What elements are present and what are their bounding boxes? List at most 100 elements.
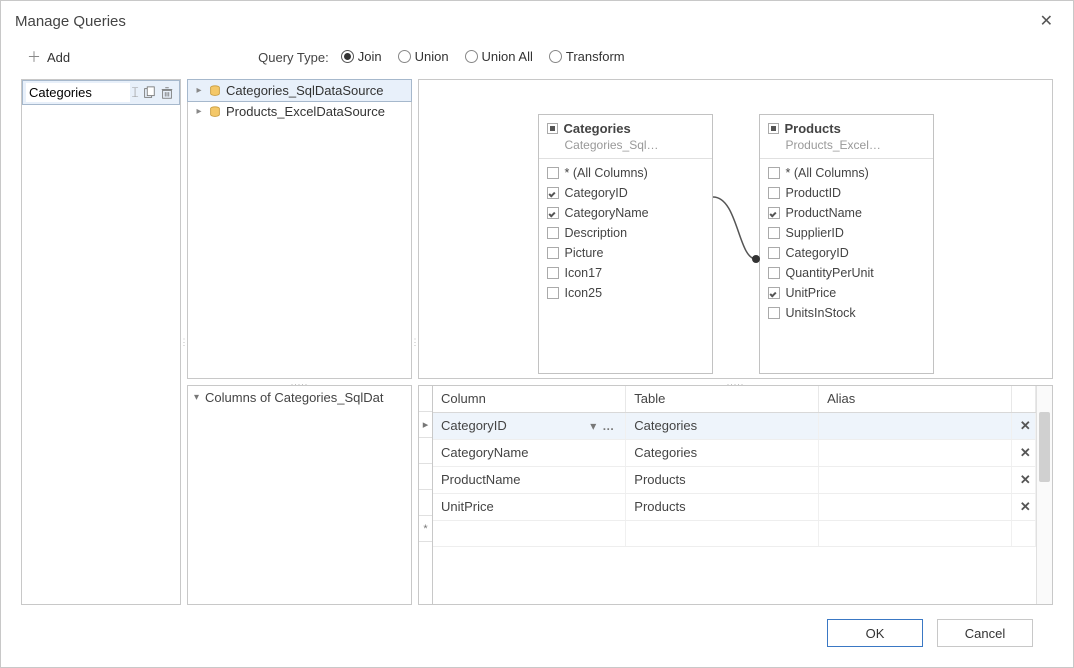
columns-of-header[interactable]: ▾ Columns of Categories_SqlDat (188, 386, 411, 409)
columns-grid-panel: ▸ * Column Table (418, 385, 1053, 605)
table-column-item[interactable]: * (All Columns) (543, 163, 708, 183)
checkbox-icon[interactable] (768, 307, 780, 319)
grid-row[interactable]: CategoryName Categories ✕ (433, 439, 1036, 466)
checkbox-icon[interactable] (768, 247, 780, 259)
database-icon (208, 105, 222, 119)
checkbox-icon[interactable] (547, 207, 559, 219)
delete-query-icon[interactable] (158, 84, 176, 102)
table-column-item[interactable]: CategoryID (543, 183, 708, 203)
cancel-button[interactable]: Cancel (937, 619, 1033, 647)
column-label: Icon25 (565, 286, 603, 300)
grid-row[interactable]: UnitPrice Products ✕ (433, 493, 1036, 520)
table-column-item[interactable]: CategoryName (543, 203, 708, 223)
grid-scrollbar[interactable] (1036, 386, 1052, 604)
delete-row-icon[interactable]: ✕ (1020, 445, 1031, 460)
collapse-icon: ▾ (194, 392, 199, 403)
checkbox-icon[interactable] (547, 287, 559, 299)
table-card-products[interactable]: ProductsProducts_Excel…* (All Columns)Pr… (759, 114, 934, 374)
column-label: Picture (565, 246, 604, 260)
table-column-item[interactable]: CategoryID (764, 243, 929, 263)
ok-button[interactable]: OK (827, 619, 923, 647)
checkbox-icon[interactable] (547, 247, 559, 259)
tree-node-label: Categories_SqlDataSource (226, 83, 384, 98)
add-query-button[interactable]: ＋ Add (21, 43, 76, 71)
add-label: Add (47, 50, 70, 65)
tree-node[interactable]: ▸ Products_ExcelDataSource (188, 101, 411, 122)
table-column-item[interactable]: Picture (543, 243, 708, 263)
table-column-item[interactable]: Icon25 (543, 283, 708, 303)
table-card-categories[interactable]: CategoriesCategories_Sql… * (All Columns)… (538, 114, 713, 374)
grid-header-alias[interactable]: Alias (819, 386, 1012, 412)
table-card-subtitle: Categories_Sql… (565, 138, 704, 152)
table-column-item[interactable]: * (All Columns) (764, 163, 929, 183)
grid-row[interactable]: CategoryID▾… Categories ✕ (433, 412, 1036, 439)
diagram-panel[interactable]: CategoriesCategories_Sql… * (All Columns)… (418, 79, 1053, 379)
delete-row-icon[interactable]: ✕ (1020, 418, 1031, 433)
grid-cell-table[interactable]: Products (626, 493, 819, 520)
checkbox-icon[interactable] (547, 227, 559, 239)
radio-label: Join (358, 49, 382, 64)
grid-cell-column[interactable]: CategoryName (441, 445, 528, 460)
checkbox-icon[interactable] (547, 167, 559, 179)
column-label: CategoryID (565, 186, 628, 200)
table-column-item[interactable]: UnitsInStock (764, 303, 929, 323)
query-name-input[interactable] (26, 83, 130, 102)
table-column-item[interactable]: Icon17 (543, 263, 708, 283)
tree-node[interactable]: ▸ Categories_SqlDataSource (187, 79, 412, 102)
table-card-header: CategoriesCategories_Sql… (539, 115, 712, 159)
column-label: QuantityPerUnit (786, 266, 874, 280)
checkbox-icon[interactable] (547, 267, 559, 279)
grid-row[interactable]: ProductName Products ✕ (433, 466, 1036, 493)
grid-cell-column[interactable]: CategoryID (441, 418, 587, 433)
grid-cell-alias[interactable] (819, 466, 1012, 493)
table-column-item[interactable]: UnitPrice (764, 283, 929, 303)
checkbox-icon[interactable] (768, 227, 780, 239)
tree-expander-icon[interactable]: ▸ (194, 85, 204, 96)
columns-grid[interactable]: Column Table Alias CategoryID▾… Categorie… (432, 385, 1053, 605)
grid-header-column[interactable]: Column (433, 386, 626, 412)
query-type-radio-transform[interactable]: Transform (549, 49, 625, 64)
grid-cell-alias[interactable] (819, 493, 1012, 520)
delete-row-icon[interactable]: ✕ (1020, 472, 1031, 487)
grid-cell-column[interactable]: ProductName (441, 472, 520, 487)
grid-cell-alias[interactable] (819, 439, 1012, 466)
table-column-item[interactable]: Description (543, 223, 708, 243)
table-select-icon[interactable] (768, 123, 779, 134)
table-column-item[interactable]: QuantityPerUnit (764, 263, 929, 283)
table-column-item[interactable]: ProductID (764, 183, 929, 203)
dropdown-icon[interactable]: ▾ (587, 419, 599, 433)
table-column-item[interactable]: ProductName (764, 203, 929, 223)
query-list-item[interactable]: 𝙸 (22, 80, 180, 105)
tree-node-label: Products_ExcelDataSource (226, 104, 385, 119)
grid-cell-column[interactable]: UnitPrice (441, 499, 494, 514)
delete-row-icon[interactable]: ✕ (1020, 499, 1031, 514)
column-label: ProductName (786, 206, 862, 220)
checkbox-icon[interactable] (768, 287, 780, 299)
column-label: UnitsInStock (786, 306, 856, 320)
grid-cell-table[interactable]: Categories (626, 412, 819, 439)
query-type-radio-union-all[interactable]: Union All (465, 49, 533, 64)
grid-cell-table[interactable]: Products (626, 466, 819, 493)
grid-cell-table[interactable]: Categories (626, 439, 819, 466)
grid-new-row[interactable] (433, 520, 1036, 546)
checkbox-icon[interactable] (768, 267, 780, 279)
checkbox-icon[interactable] (768, 207, 780, 219)
grid-cell-alias[interactable] (819, 412, 1012, 439)
checkbox-icon[interactable] (768, 187, 780, 199)
query-type-label: Query Type: (258, 50, 329, 65)
table-select-icon[interactable] (547, 123, 558, 134)
grid-header-table[interactable]: Table (626, 386, 819, 412)
columns-of-panel: ▾ Columns of Categories_SqlDat (187, 385, 412, 605)
column-label: CategoryName (565, 206, 649, 220)
text-cursor-icon: 𝙸 (130, 84, 140, 101)
query-type-radio-join[interactable]: Join (341, 49, 382, 64)
close-button[interactable]: ✕ (1034, 9, 1059, 33)
copy-query-icon[interactable] (140, 84, 158, 102)
checkbox-icon[interactable] (547, 187, 559, 199)
checkbox-icon[interactable] (768, 167, 780, 179)
ellipsis-icon[interactable]: … (599, 419, 617, 433)
query-type-radio-union[interactable]: Union (398, 49, 449, 64)
radio-dot-icon (465, 50, 478, 63)
tree-expander-icon[interactable]: ▸ (194, 106, 204, 117)
table-column-item[interactable]: SupplierID (764, 223, 929, 243)
